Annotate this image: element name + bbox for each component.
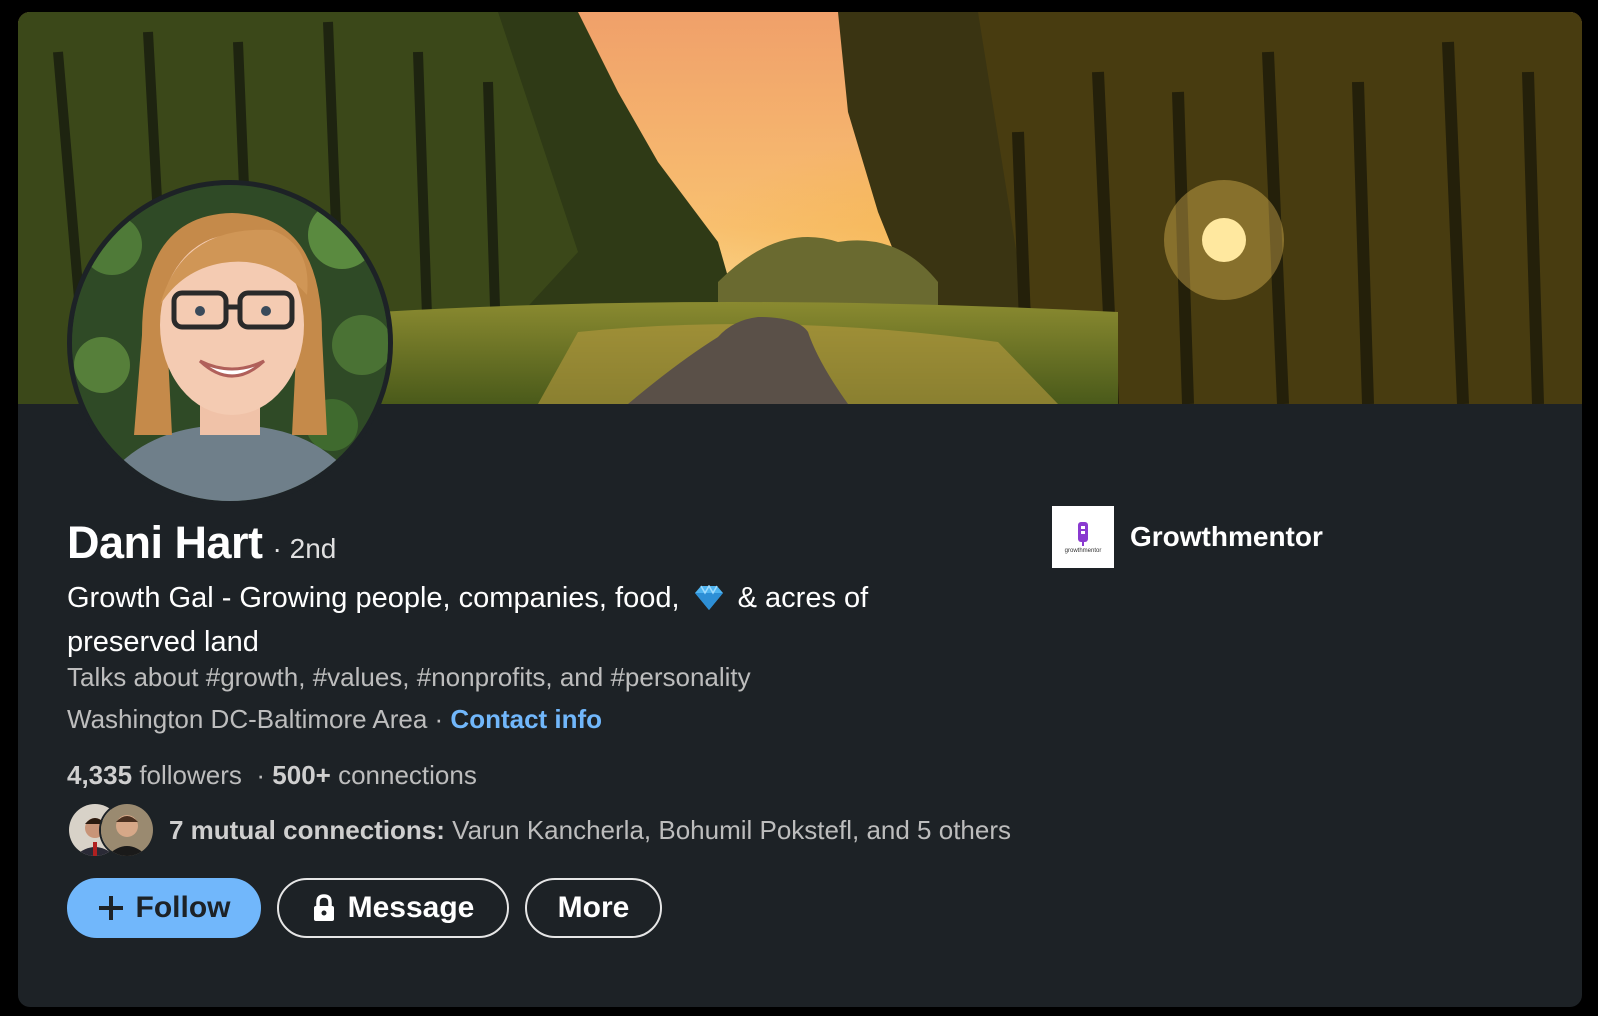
growthmentor-logo: growthmentor [1052, 506, 1114, 568]
follow-label: Follow [135, 891, 231, 924]
stats-separator: · [256, 760, 266, 790]
talks-about: Talks about #growth, #values, #nonprofit… [67, 662, 751, 692]
follow-button[interactable]: Follow [67, 878, 261, 938]
profile-actions: Follow Message More [67, 878, 662, 938]
followers-label: followers [139, 760, 242, 790]
profile-photo[interactable] [67, 180, 393, 506]
more-label: More [557, 891, 630, 924]
more-button[interactable]: More [525, 878, 662, 938]
stats-row: 4,335 followers · 500+ connections [67, 760, 477, 791]
plus-icon [98, 895, 124, 921]
mutual-names: Varun Kancherla, Bohumil Pokstefl, and 5… [452, 814, 1011, 845]
headline-text-start: Growth Gal - Growing people, companies, … [67, 582, 680, 614]
message-label: Message [347, 891, 475, 924]
connections-label: connections [338, 760, 477, 790]
profile-headline: Growth Gal - Growing people, companies, … [67, 578, 967, 662]
mutual-connections[interactable]: 7 mutual connections: Varun Kancherla, B… [67, 802, 1011, 858]
followers-count: 4,335 [67, 760, 133, 790]
mutual-count: 7 mutual connections: [169, 814, 445, 845]
connection-degree: · 2nd [272, 533, 337, 564]
company-name: Growthmentor [1130, 521, 1323, 552]
profile-card: Dani Hart · 2nd Growth Gal - Growing peo… [18, 12, 1582, 1007]
mutual-avatars [67, 802, 157, 858]
contact-info-link[interactable]: Contact info [450, 704, 602, 734]
location-row: Washington DC-Baltimore Area · Contact i… [67, 704, 602, 735]
company-logo-text: growthmentor [1064, 548, 1102, 554]
name-row: Dani Hart · 2nd [67, 517, 336, 569]
followers-stat[interactable]: 4,335 followers [67, 760, 249, 790]
message-button[interactable]: Message [277, 878, 509, 938]
connections-stat[interactable]: 500+ connections [272, 760, 477, 790]
profile-name: Dani Hart [67, 517, 263, 568]
connections-count: 500+ [272, 760, 331, 790]
gem-icon [694, 582, 724, 622]
current-company[interactable]: growthmentor Growthmentor [1052, 506, 1323, 568]
avatar [99, 802, 155, 858]
lock-icon [312, 894, 336, 922]
mutual-connections-text: 7 mutual connections: Varun Kancherla, B… [169, 815, 1011, 846]
location: Washington DC-Baltimore Area · [67, 704, 444, 734]
